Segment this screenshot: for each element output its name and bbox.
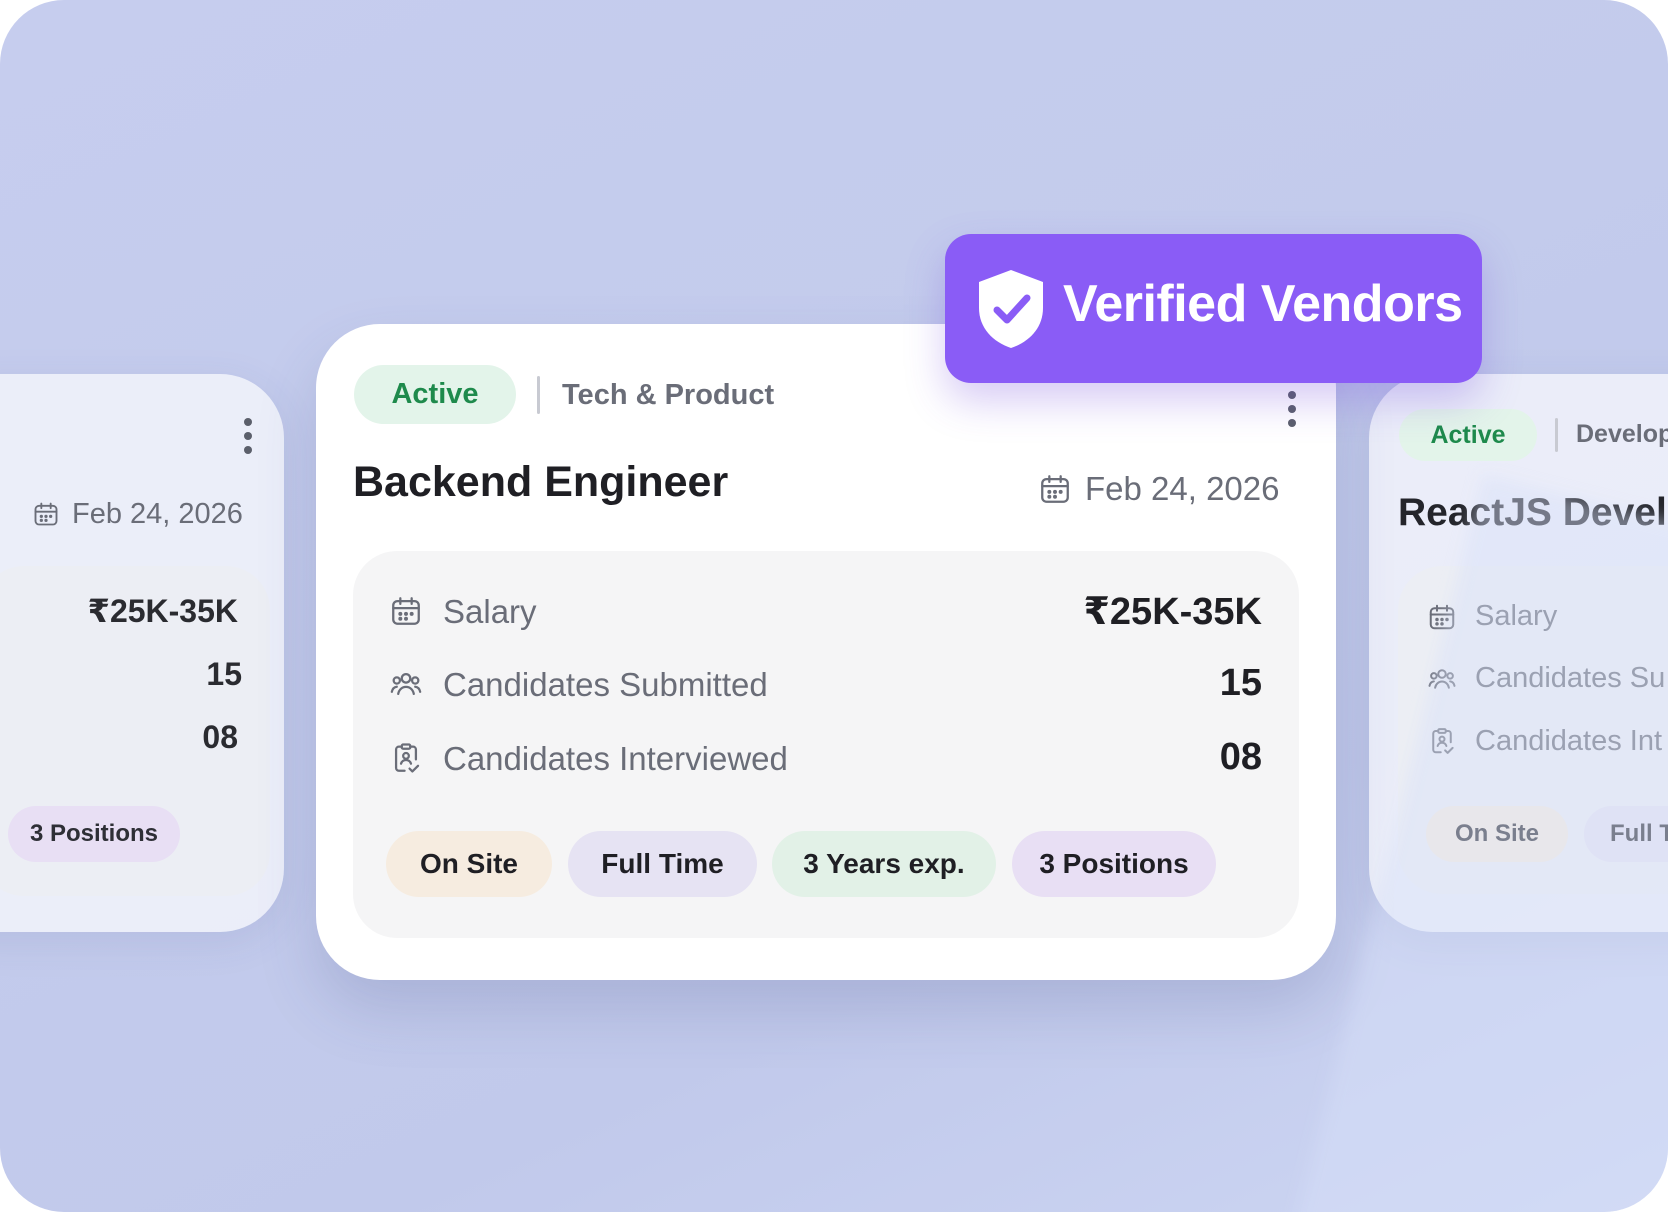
candidates-submitted-value: 15 <box>1219 662 1262 704</box>
job-card-right[interactable]: Active Develop ReactJS Devel Salary Cand… <box>1369 374 1668 932</box>
candidates-submitted-value: 15 <box>206 656 242 692</box>
posted-date: Feb 24, 2026 <box>1085 470 1280 507</box>
candidates-interviewed-value: 08 <box>202 719 238 755</box>
calendar-icon <box>32 500 60 528</box>
stat-label-salary: Salary <box>1475 600 1558 632</box>
category-label: Develop <box>1576 420 1668 448</box>
salary-value: ₹25K-35K <box>87 593 238 629</box>
divider <box>1555 418 1558 452</box>
job-title: Backend Engineer <box>353 458 729 506</box>
posted-date: Feb 24, 2026 <box>72 498 243 530</box>
tag-on-site: On Site <box>386 831 552 897</box>
calendar-icon <box>1427 602 1457 632</box>
job-card-main[interactable]: Active Tech & Product Backend Engineer F… <box>316 324 1336 980</box>
candidates-interviewed-value: 08 <box>1219 736 1262 778</box>
stats-panel: Salary Candidates Su Candidates Int On S… <box>1398 566 1668 894</box>
tag-on-site: On Site <box>1426 806 1568 862</box>
tag-positions: 3 Positions <box>8 806 180 862</box>
more-options-icon[interactable] <box>1286 391 1298 433</box>
stat-label-submitted: Candidates Submitted <box>443 666 768 703</box>
badge-label: Verified Vendors <box>1063 275 1463 333</box>
tag-experience: 3 Years exp. <box>772 831 996 897</box>
calendar-icon <box>389 594 423 628</box>
tag-full-time: Full Time <box>568 831 757 897</box>
salary-value: ₹25K-35K <box>1083 591 1262 633</box>
status-badge: Active <box>354 365 516 424</box>
category-label: Tech & Product <box>562 379 775 411</box>
stats-panel: ₹25K-35K 15 08 3 Positions <box>0 566 270 896</box>
stat-label-salary: Salary <box>443 593 537 630</box>
clipboard-user-icon <box>1427 726 1457 756</box>
calendar-icon <box>1038 472 1072 506</box>
more-options-icon[interactable] <box>242 418 254 460</box>
tag-full-time: Full T <box>1584 806 1668 862</box>
job-title: ReactJS Devel <box>1398 491 1667 534</box>
tag-positions: 3 Positions <box>1012 831 1216 897</box>
status-badge: Active <box>1399 409 1537 461</box>
stat-label-interviewed: Candidates Int <box>1475 725 1663 757</box>
canvas-background: Feb 24, 2026 ₹25K-35K 15 08 3 Positions … <box>0 0 1668 1212</box>
shield-check-icon <box>975 268 1047 350</box>
stat-label-interviewed: Candidates Interviewed <box>443 740 788 777</box>
clipboard-user-icon <box>389 741 423 775</box>
verified-vendors-badge: Verified Vendors <box>945 234 1482 383</box>
users-icon <box>389 667 423 701</box>
stats-panel: Salary ₹25K-35K Candidates Submitted 15 … <box>353 551 1299 938</box>
stat-label-submitted: Candidates Su <box>1475 662 1666 694</box>
job-card-left[interactable]: Feb 24, 2026 ₹25K-35K 15 08 3 Positions <box>0 374 284 932</box>
divider <box>537 376 540 414</box>
users-icon <box>1427 664 1457 694</box>
